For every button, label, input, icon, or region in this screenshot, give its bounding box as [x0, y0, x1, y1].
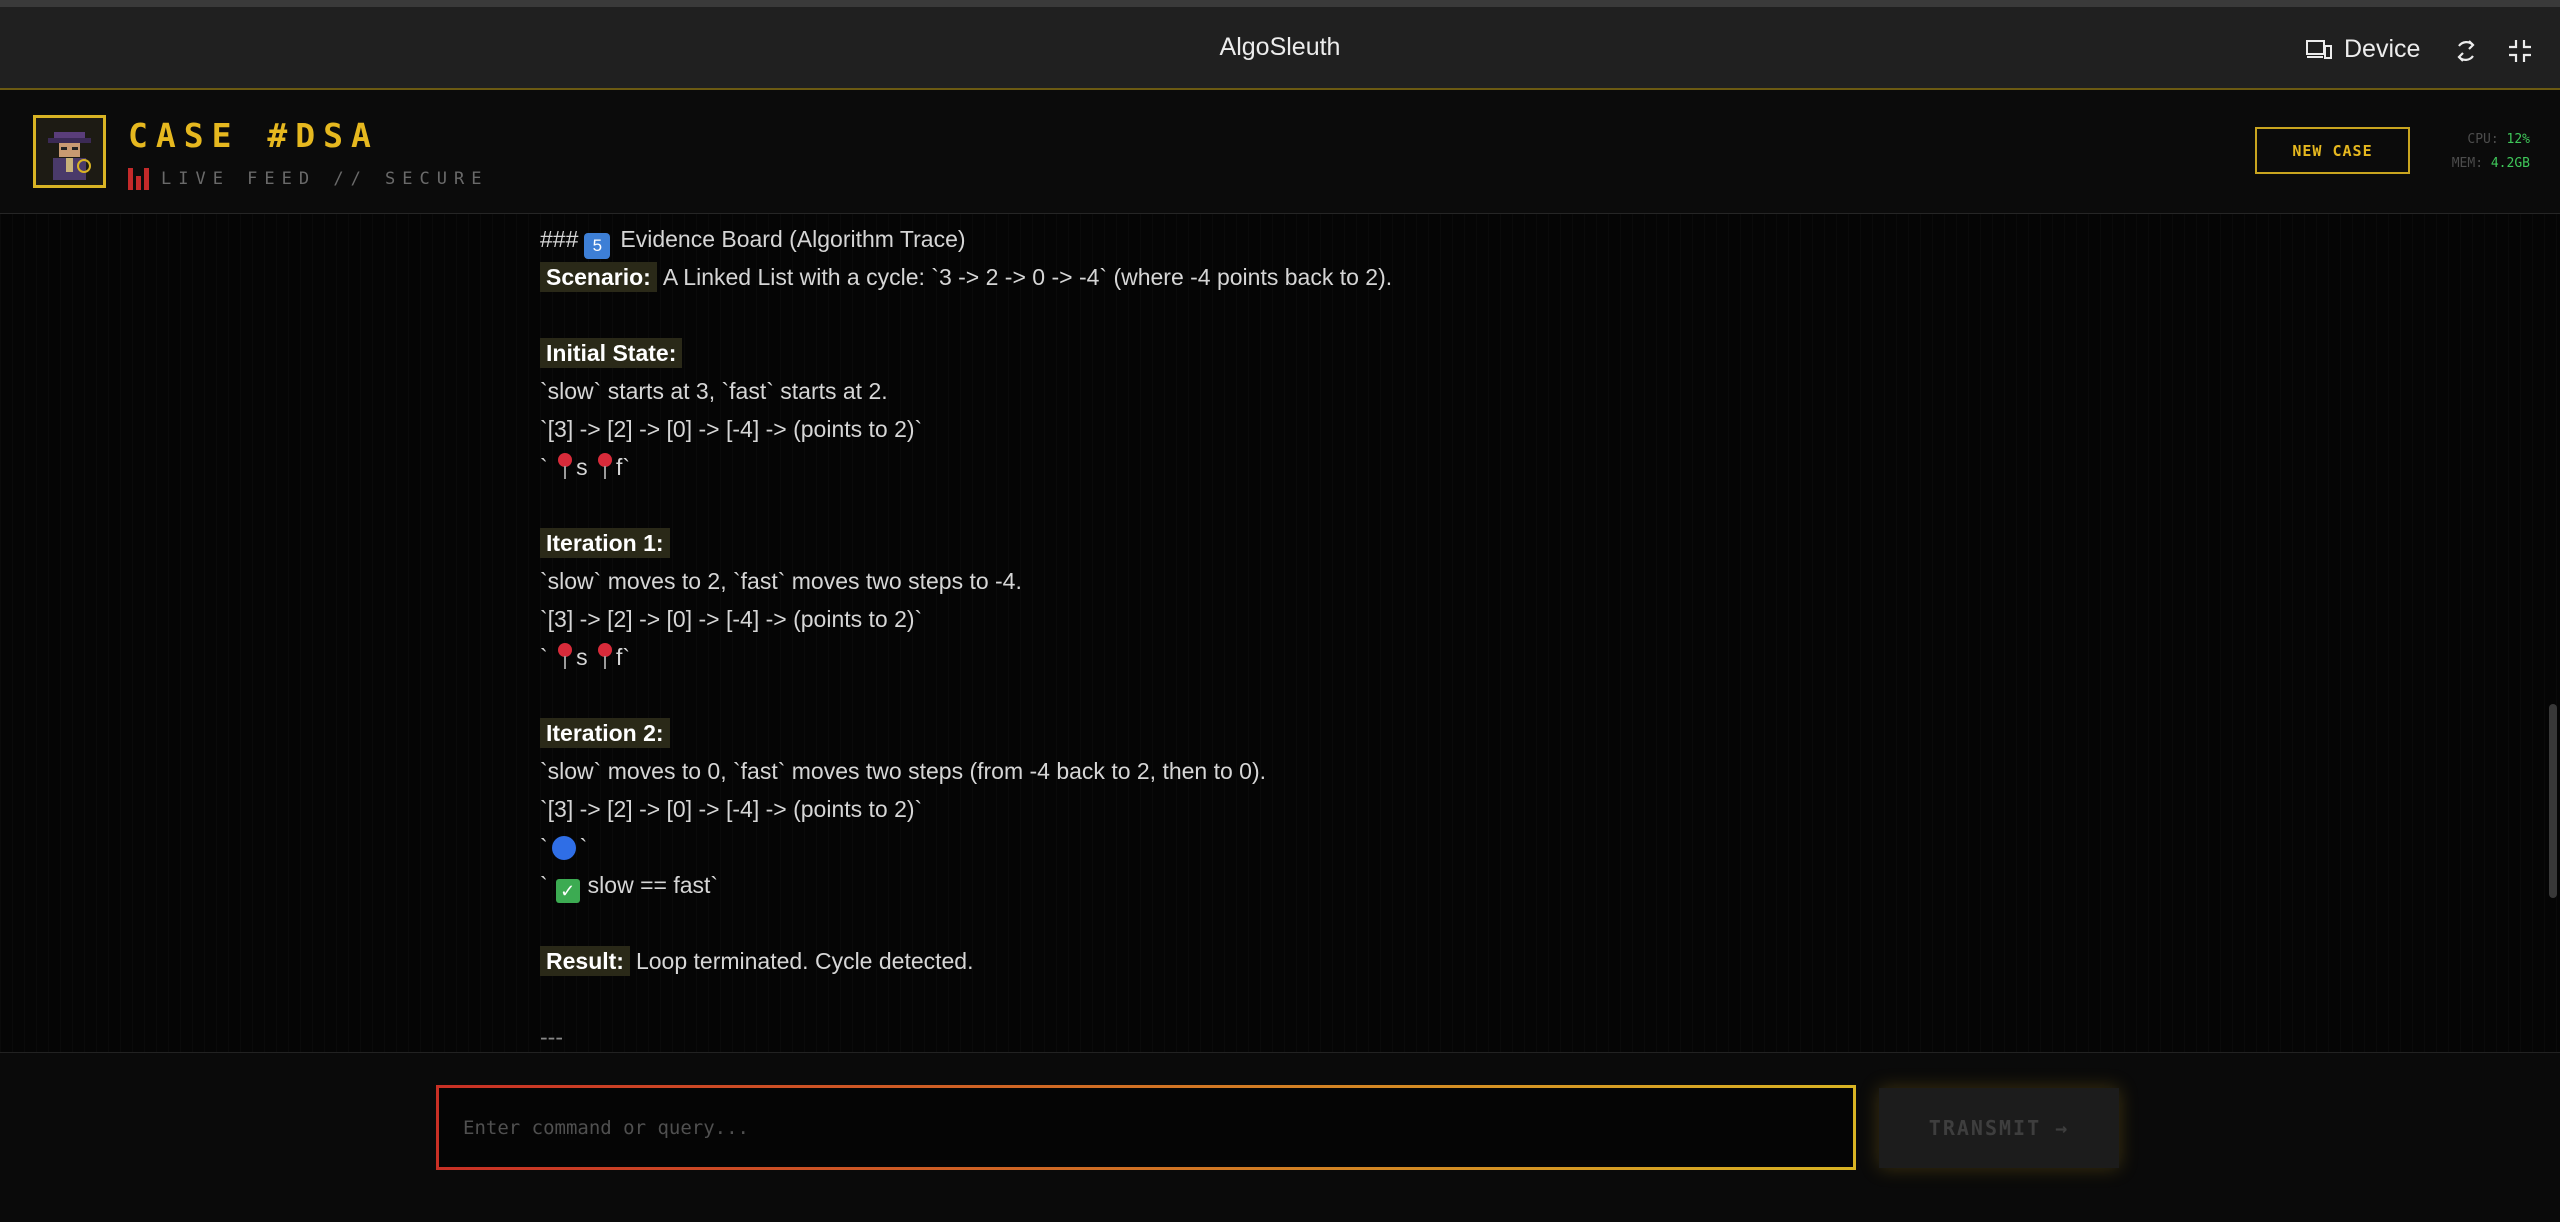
scenario-text: A Linked List with a cycle: `3 -> 2 -> 0…: [662, 264, 1393, 290]
iteration-1-pointers: ` s f`: [540, 638, 2040, 676]
section-heading: ### 5 Evidence Board (Algorithm Trace): [540, 220, 2040, 259]
live-feed-status: LIVE FEED // SECURE: [128, 168, 488, 190]
result-label: Result:: [540, 946, 630, 976]
mem-stat: MEM: 4.2GB: [2410, 152, 2530, 176]
initial-state-label-line: Initial State:: [540, 334, 2040, 372]
scrollbar-thumb[interactable]: [2549, 704, 2557, 898]
backtick: `: [579, 834, 588, 860]
iteration-2-label-line: Iteration 2:: [540, 714, 2040, 752]
check-text: slow == fast`: [587, 872, 719, 898]
checkmark-icon: ✓: [555, 879, 580, 903]
initial-pointers: ` s f`: [540, 448, 2040, 486]
iteration-1-label: Iteration 1:: [540, 528, 670, 558]
cpu-value: 12%: [2506, 132, 2530, 147]
exit-fullscreen-icon[interactable]: [2506, 37, 2534, 65]
app-header: CASE #DSA LIVE FEED // SECURE NEW CASE C…: [0, 90, 2560, 214]
case-title: CASE #DSA: [128, 116, 379, 155]
pushpin-icon: [597, 453, 612, 479]
number-5-icon: 5: [584, 233, 611, 259]
system-stats: CPU: 12% MEM: 4.2GB: [2410, 128, 2530, 176]
refresh-icon[interactable]: [2452, 37, 2480, 65]
initial-list: `[3] -> [2] -> [0] -> [-4] -> (points to…: [540, 416, 923, 442]
pushpin-icon: [558, 643, 573, 669]
iteration-2-check: ` ✓ slow == fast`: [540, 866, 2040, 904]
slow-marker: s: [576, 644, 588, 670]
backtick: `: [540, 644, 548, 670]
signal-bars-icon: [128, 168, 149, 190]
pushpin-icon: [597, 643, 612, 669]
device-icon: [2306, 39, 2332, 59]
separator: ---: [540, 1024, 563, 1050]
iteration-2-list: `[3] -> [2] -> [0] -> [-4] -> (points to…: [540, 796, 923, 822]
command-input[interactable]: [436, 1085, 1856, 1170]
scenario-line: Scenario: A Linked List with a cycle: `3 …: [540, 258, 2040, 296]
device-toggle[interactable]: Device: [2306, 35, 2420, 64]
cpu-stat: CPU: 12%: [2410, 128, 2530, 152]
result-line: Result: Loop terminated. Cycle detected.: [540, 942, 2040, 980]
device-label: Device: [2344, 35, 2421, 63]
scenario-label: Scenario:: [540, 262, 657, 292]
command-bar: TRANSMIT →: [0, 1052, 2560, 1222]
iteration-1-desc: `slow` moves to 2, `fast` moves two step…: [540, 568, 1022, 594]
evidence-panel[interactable]: ### 5 Evidence Board (Algorithm Trace) Sce…: [0, 214, 2560, 1052]
iteration-2-label: Iteration 2:: [540, 718, 670, 748]
pushpin-icon: [558, 453, 573, 479]
mem-value: 4.2GB: [2490, 156, 2530, 171]
new-case-button[interactable]: NEW CASE: [2255, 127, 2410, 174]
iteration-2-meet-marker: ` `: [540, 828, 2040, 866]
window-titlebar: AlgoSleuth Device: [0, 0, 2560, 90]
backtick: `: [540, 454, 548, 480]
heading-text: Evidence Board (Algorithm Trace): [620, 226, 966, 252]
blue-circle-icon: [551, 836, 576, 860]
detective-avatar: [33, 115, 106, 188]
result-text: Loop terminated. Cycle detected.: [635, 948, 974, 974]
initial-state-label: Initial State:: [540, 338, 683, 368]
iteration-1-list: `[3] -> [2] -> [0] -> [-4] -> (points to…: [540, 606, 923, 632]
iteration-2-desc: `slow` moves to 0, `fast` moves two step…: [540, 758, 1267, 784]
heading-prefix: ###: [540, 226, 579, 252]
fast-marker: f`: [615, 644, 631, 670]
slow-marker: s: [576, 454, 588, 480]
window-title: AlgoSleuth: [1219, 33, 1341, 61]
backtick: `: [540, 872, 548, 898]
message-content: ### 5 Evidence Board (Algorithm Trace) Sce…: [540, 220, 2040, 1052]
detective-icon: [36, 118, 103, 185]
mem-label: MEM:: [2451, 156, 2484, 171]
feed-text: LIVE FEED // SECURE: [161, 169, 489, 189]
transmit-button[interactable]: TRANSMIT →: [1879, 1088, 2119, 1168]
backtick: `: [540, 834, 548, 860]
initial-desc: `slow` starts at 3, `fast` starts at 2.: [540, 378, 888, 404]
cpu-label: CPU:: [2467, 132, 2499, 147]
iteration-1-label-line: Iteration 1:: [540, 524, 2040, 562]
fast-marker: f`: [615, 454, 631, 480]
